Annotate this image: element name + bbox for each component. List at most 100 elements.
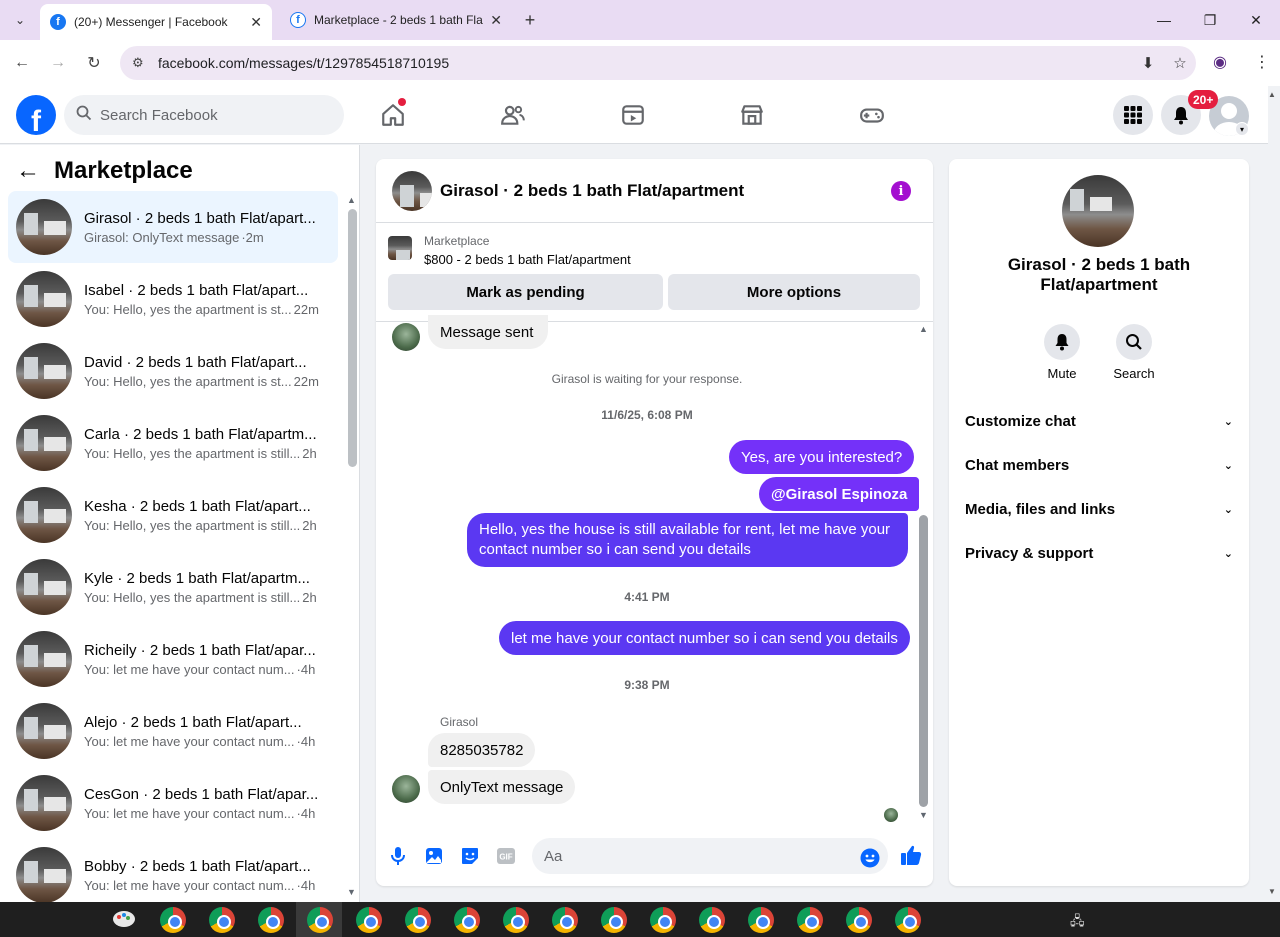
emoji-icon[interactable] [860, 848, 880, 868]
page-scroll-down-arrow-icon[interactable]: ▼ [1268, 887, 1276, 896]
search-label: Search [1113, 366, 1155, 381]
chrome-taskbar-icon[interactable] [405, 907, 431, 933]
tab-search-chevron-icon[interactable]: ⌄ [8, 8, 32, 32]
address-bar[interactable]: ⚙ facebook.com/messages/t/12978545187101… [120, 46, 1196, 80]
facebook-logo-icon[interactable]: f [16, 95, 56, 135]
chrome-taskbar-icon[interactable] [503, 907, 529, 933]
network-tray-icon[interactable]: 🖧 [1070, 912, 1085, 934]
more-options-button[interactable]: More options [668, 274, 920, 310]
marketplace-nav-icon[interactable] [737, 100, 767, 130]
conversation-item[interactable]: Bobby · 2 beds 1 bath Flat/apart... You:… [8, 839, 338, 902]
back-arrow-icon[interactable]: ← [10, 51, 34, 75]
chat-scrollbar[interactable] [919, 515, 928, 807]
conversation-list-scrollbar[interactable] [348, 209, 357, 467]
browser-profile-icon[interactable]: ◉ [1213, 52, 1227, 72]
search-icon[interactable] [1116, 324, 1152, 360]
chat-members-row[interactable]: Chat members ⌄ [965, 450, 1233, 480]
conversation-item[interactable]: Kesha · 2 beds 1 bath Flat/apart... You:… [8, 479, 338, 551]
chrome-taskbar-icon[interactable] [258, 907, 284, 933]
conversation-item[interactable]: Isabel · 2 beds 1 bath Flat/apart... You… [8, 263, 338, 335]
chrome-taskbar-icon[interactable] [356, 907, 382, 933]
install-app-icon[interactable]: ⬇ [1132, 54, 1164, 72]
listing-price-title[interactable]: $800 - 2 beds 1 bath Flat/apartment [424, 252, 631, 267]
reload-icon[interactable]: ↻ [82, 51, 106, 75]
restore-window-icon[interactable]: ❐ [1194, 8, 1226, 32]
chrome-taskbar-icon[interactable] [797, 907, 823, 933]
chat-title[interactable]: Girasol · 2 beds 1 bath Flat/apartment [440, 181, 744, 201]
scroll-down-arrow-icon[interactable]: ▼ [919, 810, 928, 820]
contact-avatar[interactable] [1062, 175, 1134, 247]
chrome-taskbar-icon[interactable] [895, 907, 921, 933]
message-input-box[interactable] [532, 838, 888, 874]
page-scroll-up-arrow-icon[interactable]: ▲ [1268, 90, 1276, 99]
facebook-search-input[interactable] [100, 106, 320, 124]
chat-listing-avatar[interactable] [392, 170, 432, 211]
friends-nav-icon[interactable] [498, 100, 528, 130]
chrome-taskbar-icon[interactable] [846, 907, 872, 933]
mute-action[interactable]: Mute [1032, 324, 1092, 381]
forward-arrow-icon[interactable]: → [46, 51, 70, 75]
url-text[interactable]: facebook.com/messages/t/1297854518710195 [158, 55, 1132, 71]
browser-tab-messenger[interactable]: f (20+) Messenger | Facebook ✕ [40, 4, 272, 40]
microphone-icon[interactable] [387, 845, 409, 867]
message-thread: Message sent Girasol is waiting for your… [376, 315, 933, 822]
close-window-icon[interactable]: ✕ [1240, 8, 1272, 32]
conversation-item[interactable]: Girasol · 2 beds 1 bath Flat/apart... Gi… [8, 191, 338, 263]
listing-thumbnail[interactable] [388, 236, 412, 260]
mention-bubble-outgoing[interactable]: @Girasol Espinoza [759, 477, 920, 511]
conversation-item[interactable]: CesGon · 2 beds 1 bath Flat/apar... You:… [8, 767, 338, 839]
conversation-name: Carla · 2 beds 1 bath Flat/apartm... [84, 425, 317, 443]
conversation-item[interactable]: Richeily · 2 beds 1 bath Flat/apar... Yo… [8, 623, 338, 695]
chrome-taskbar-icon[interactable] [699, 907, 725, 933]
home-nav-icon[interactable] [378, 98, 408, 130]
conversation-item[interactable]: David · 2 beds 1 bath Flat/apart... You:… [8, 335, 338, 407]
chrome-taskbar-icon[interactable] [552, 907, 578, 933]
scroll-up-arrow-icon[interactable]: ▲ [919, 324, 928, 334]
sender-avatar[interactable] [392, 323, 420, 351]
video-nav-icon[interactable] [618, 100, 648, 130]
account-chevron-icon[interactable]: ▾ [1235, 122, 1249, 136]
conversation-item[interactable]: Alejo · 2 beds 1 bath Flat/apart... You:… [8, 695, 338, 767]
customize-chat-row[interactable]: Customize chat ⌄ [965, 406, 1233, 436]
site-settings-icon[interactable]: ⚙ [132, 55, 150, 71]
conversation-preview: You: let me have your contact num... [84, 733, 295, 749]
menu-grid-icon[interactable] [1113, 95, 1153, 135]
gif-icon[interactable]: GIF [495, 845, 517, 867]
scroll-down-arrow-icon[interactable]: ▼ [347, 887, 356, 897]
minimize-icon[interactable]: — [1148, 8, 1180, 32]
mark-as-pending-button[interactable]: Mark as pending [388, 274, 663, 310]
sender-name: Girasol [440, 715, 479, 729]
back-arrow-icon[interactable]: ← [16, 157, 40, 185]
browser-menu-icon[interactable]: ⋮ [1254, 52, 1270, 72]
conversation-item[interactable]: Kyle · 2 beds 1 bath Flat/apartm... You:… [8, 551, 338, 623]
close-tab-icon[interactable]: ✕ [250, 14, 262, 31]
browser-tab-marketplace[interactable]: f Marketplace - 2 beds 1 bath Fla ✕ [280, 4, 512, 36]
sticker-icon[interactable] [459, 845, 481, 867]
info-icon[interactable]: i [891, 181, 911, 201]
scroll-up-arrow-icon[interactable]: ▲ [347, 195, 356, 205]
sender-avatar[interactable] [392, 775, 420, 803]
paint-app-icon[interactable] [112, 908, 136, 930]
message-bubble-incoming: 8285035782 [428, 733, 536, 767]
media-files-links-row[interactable]: Media, files and links ⌄ [965, 494, 1233, 524]
search-action[interactable]: Search [1104, 324, 1164, 381]
privacy-support-row[interactable]: Privacy & support ⌄ [965, 538, 1233, 568]
chrome-taskbar-icon[interactable] [160, 907, 186, 933]
bookmark-star-icon[interactable]: ☆ [1164, 54, 1196, 72]
gaming-nav-icon[interactable] [857, 100, 887, 130]
chrome-taskbar-icon[interactable] [601, 907, 627, 933]
like-thumb-icon[interactable] [899, 843, 923, 867]
close-tab-icon[interactable]: ✕ [490, 12, 502, 29]
conversation-item[interactable]: Carla · 2 beds 1 bath Flat/apartm... You… [8, 407, 338, 479]
message-input[interactable] [544, 847, 844, 865]
chrome-taskbar-icon[interactable] [650, 907, 676, 933]
mute-bell-icon[interactable] [1044, 324, 1080, 360]
photo-icon[interactable] [423, 845, 445, 867]
chrome-taskbar-icon[interactable] [209, 907, 235, 933]
chrome-taskbar-icon[interactable] [748, 907, 774, 933]
chrome-taskbar-icon[interactable] [307, 907, 333, 933]
conversation-preview: Girasol: OnlyText message [84, 229, 240, 245]
facebook-search-box[interactable] [64, 95, 344, 135]
new-tab-plus-icon[interactable]: + [518, 8, 542, 32]
chrome-taskbar-icon[interactable] [454, 907, 480, 933]
